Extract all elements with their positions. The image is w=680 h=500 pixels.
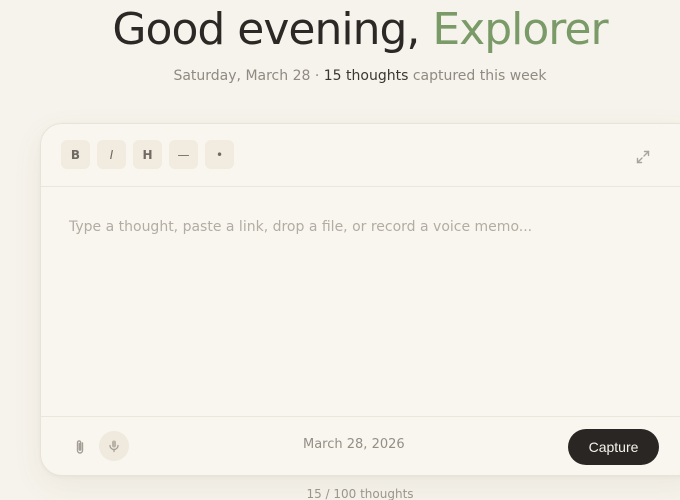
bullet-button[interactable]: •	[205, 140, 234, 169]
paperclip-icon[interactable]	[71, 438, 89, 456]
subtitle: Saturday, March 28 · 15 thoughts capture…	[0, 68, 680, 84]
format-toolbar: B I H — •	[41, 124, 680, 187]
thought-counter: 15 / 100 thoughts	[306, 487, 414, 500]
subtitle-suffix: captured this week	[412, 68, 547, 84]
page-title: Good evening, Explorer	[0, 4, 680, 55]
italic-button[interactable]: I	[97, 140, 126, 169]
page: Good evening, Explorer Saturday, March 2…	[0, 0, 680, 500]
divider-button[interactable]: —	[169, 140, 198, 169]
capture-editor: B I H — • Type a thought, paste a link, …	[40, 123, 680, 476]
subtitle-date: Saturday, March 28 ·	[173, 68, 320, 84]
thought-count: 15 thoughts	[323, 68, 409, 84]
thought-placeholder: Type a thought, paste a link, drop a fil…	[69, 219, 533, 235]
microphone-icon[interactable]	[99, 431, 129, 461]
greeting-name: Explorer	[432, 4, 608, 55]
heading-button[interactable]: H	[133, 140, 162, 169]
greeting-prefix: Good evening,	[112, 4, 420, 55]
capture-button[interactable]: Capture	[568, 429, 659, 465]
expand-icon[interactable]	[636, 149, 650, 164]
entry-date: March 28, 2026	[303, 437, 405, 452]
editor-footer: March 28, 2026 Capture	[41, 416, 680, 476]
bold-button[interactable]: B	[61, 140, 90, 169]
thought-input[interactable]: Type a thought, paste a link, drop a fil…	[41, 187, 680, 416]
